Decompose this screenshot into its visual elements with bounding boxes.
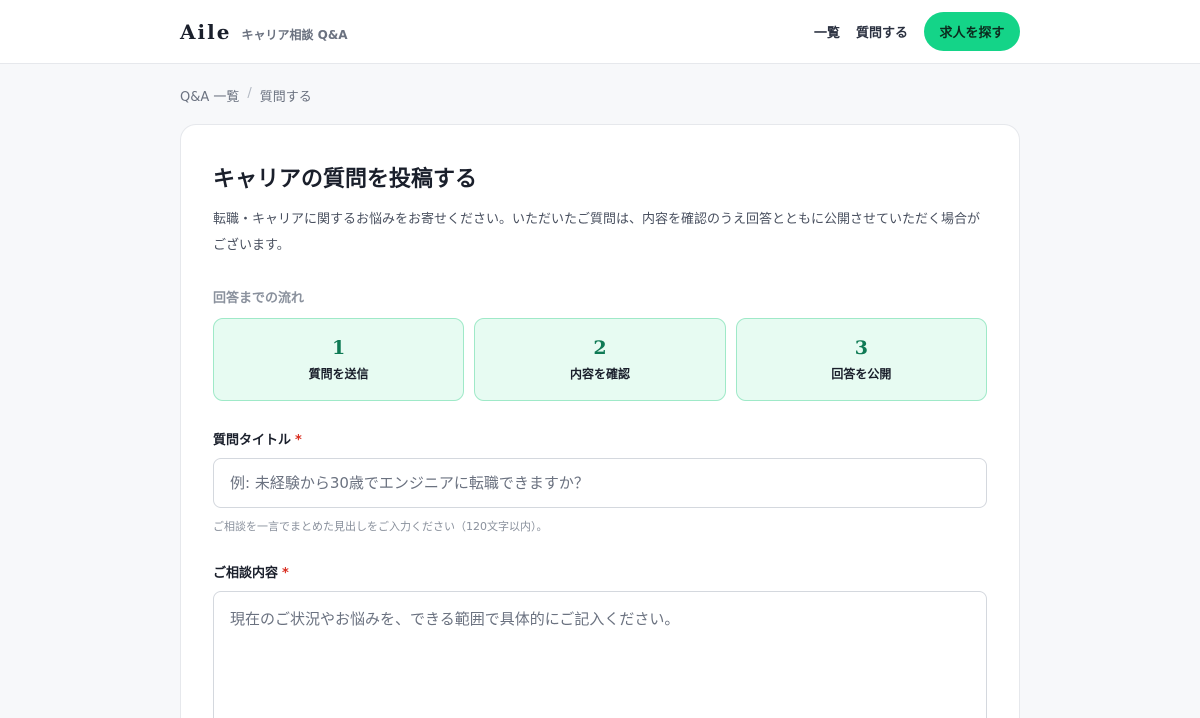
nav-link-list[interactable]: 一覧 xyxy=(814,22,840,41)
main-nav: 一覧 質問する 求人を探す xyxy=(814,12,1020,51)
step-label: 質問を送信 xyxy=(308,367,369,381)
question-title-label: 質問タイトル * xyxy=(213,429,987,448)
find-jobs-button[interactable]: 求人を探す xyxy=(924,12,1020,51)
breadcrumb-current: 質問する xyxy=(259,90,312,105)
consultation-body-label-text: ご相談内容 xyxy=(213,566,279,581)
page-title: キャリアの質問を投稿する xyxy=(213,167,478,192)
question-title-input[interactable] xyxy=(213,458,987,508)
step-label: 回答を公開 xyxy=(831,367,892,381)
step-number: 1 xyxy=(332,337,346,359)
required-marker: * xyxy=(295,433,302,448)
flow-step-1: 1 質問を送信 xyxy=(213,318,465,401)
flow-steps: 1 質問を送信 2 内容を確認 3 回答を公開 xyxy=(213,318,987,401)
consultation-body-label: ご相談内容 * xyxy=(213,562,987,581)
step-number: 3 xyxy=(854,337,868,359)
breadcrumb: Q&A 一覧 / 質問する xyxy=(180,64,1020,124)
flow-label: 回答までの流れ xyxy=(213,291,305,306)
tagline: キャリア相談 Q&A xyxy=(241,27,348,42)
breadcrumb-home[interactable]: Q&A 一覧 xyxy=(180,86,239,124)
question-form-card: キャリアの質問を投稿する 転職・キャリアに関するお悩みをお寄せください。いただい… xyxy=(180,124,1020,718)
brand[interactable]: Aile キャリア相談 Q&A xyxy=(180,20,348,44)
required-marker: * xyxy=(282,566,289,581)
logo[interactable]: Aile xyxy=(180,20,231,44)
consultation-body-textarea[interactable] xyxy=(213,591,987,718)
step-number: 2 xyxy=(593,337,607,359)
flow-step-2: 2 内容を確認 xyxy=(474,318,726,401)
question-title-label-text: 質問タイトル xyxy=(213,433,292,448)
nav-link-ask[interactable]: 質問する xyxy=(856,22,908,41)
breadcrumb-separator: / xyxy=(247,86,252,101)
flow-step-3: 3 回答を公開 xyxy=(735,318,987,401)
step-label: 内容を確認 xyxy=(569,367,630,381)
form-description: 転職・キャリアに関するお悩みをお寄せください。いただいたご質問は、内容を確認のう… xyxy=(213,212,981,253)
site-header: Aile キャリア相談 Q&A 一覧 質問する 求人を探す xyxy=(0,0,1200,64)
question-title-hint: ご相談を一言でまとめた見出しをご入力ください（120文字以内）。 xyxy=(213,520,548,533)
